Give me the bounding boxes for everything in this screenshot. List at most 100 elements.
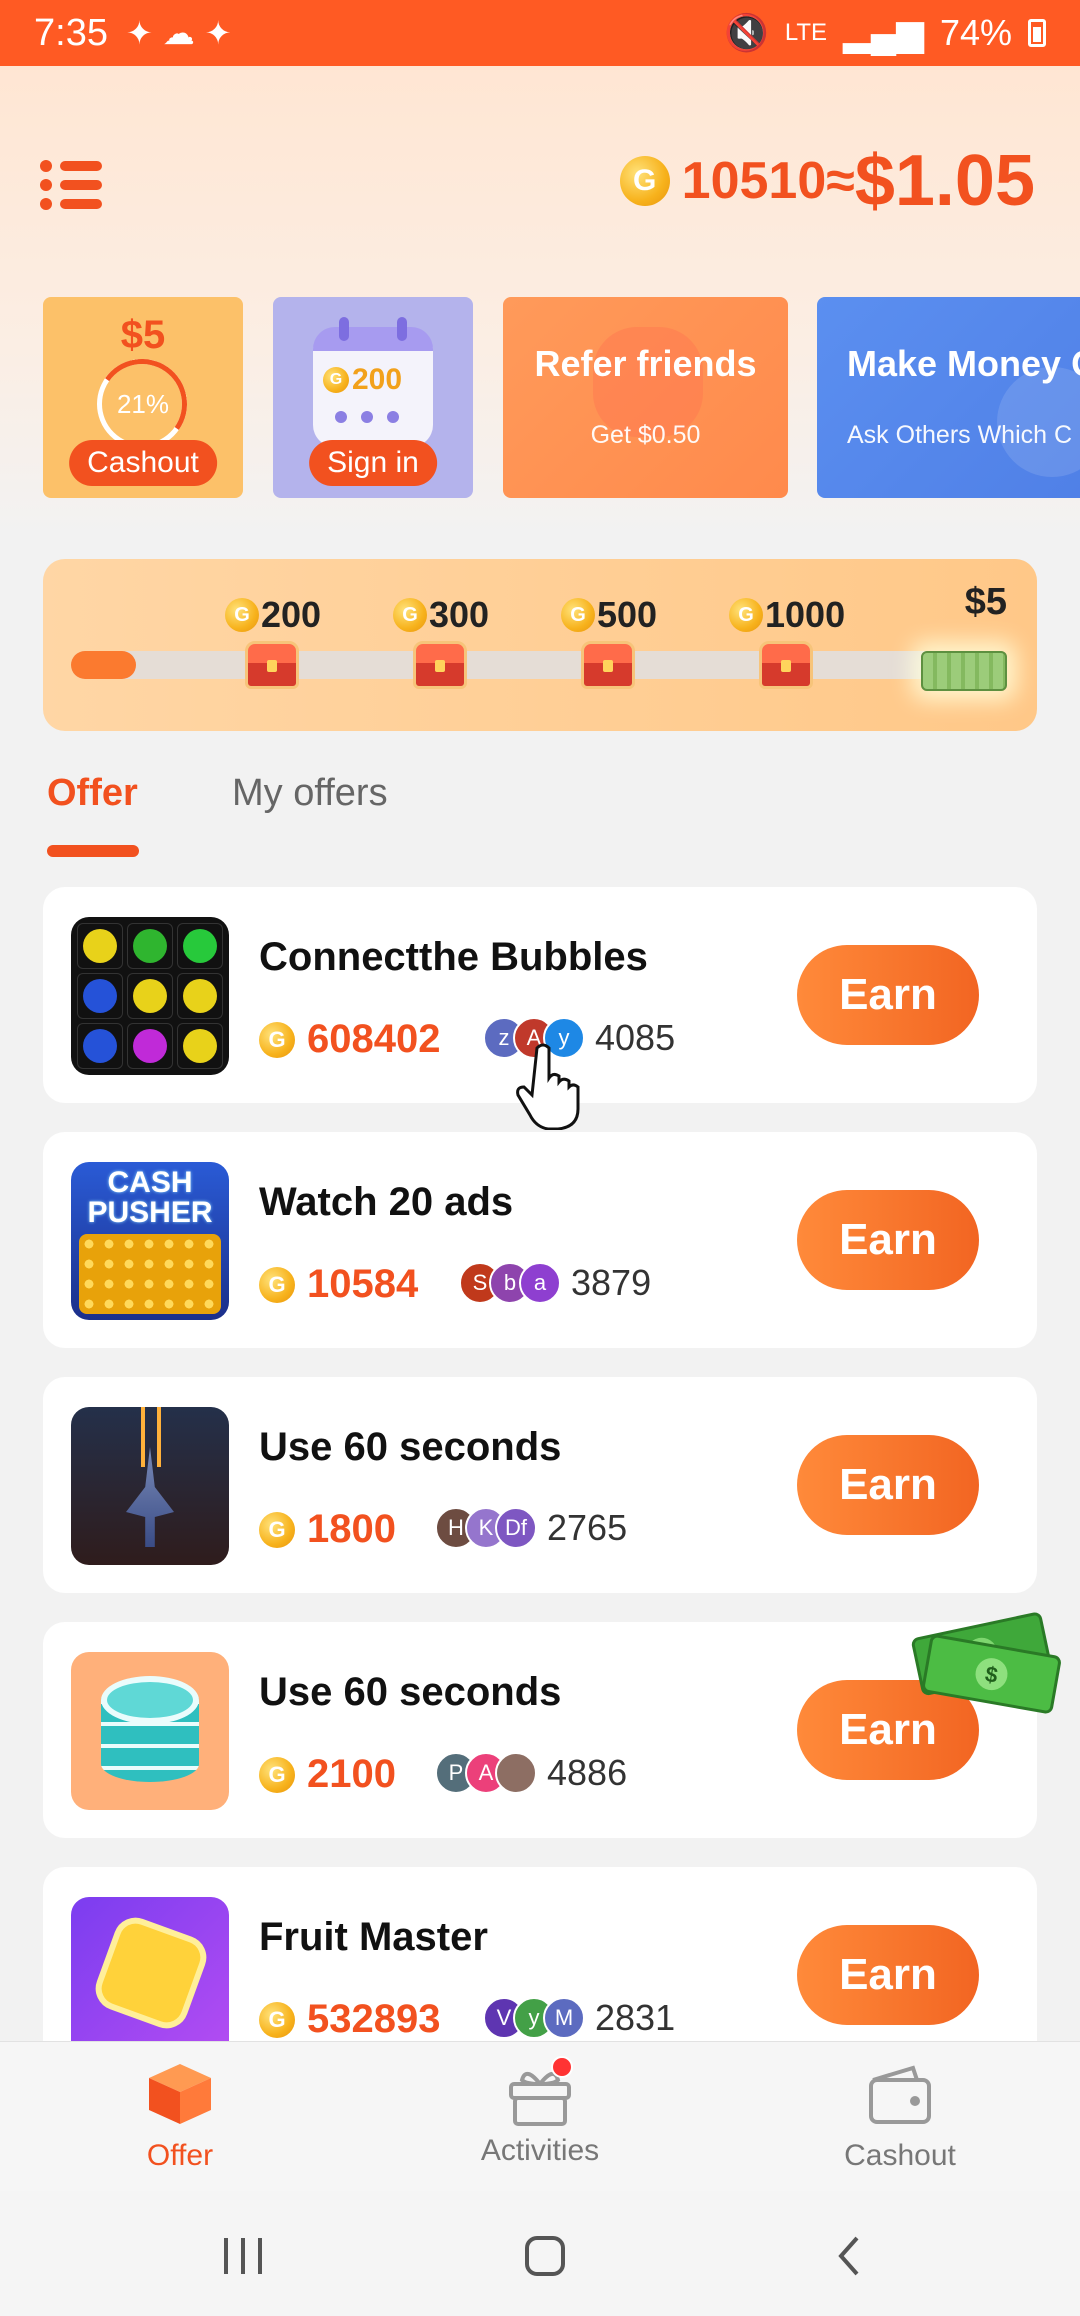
wallet-icon [869,2065,931,2124]
gold-coin-icon: G [561,598,595,632]
gold-coin-icon: G [393,598,427,632]
refer-subtitle: Get $0.50 [590,421,701,449]
offer-reward: G 1800 [259,1507,396,1552]
offer-name: Watch 20 ads [259,1180,514,1224]
nav-cashout-label: Cashout [844,2139,956,2172]
app-notification-icon: ☁ [162,15,195,51]
milestone-value: 300 [429,594,490,635]
signin-button[interactable]: Sign in [309,440,437,486]
approx-sign: ≈ [826,152,855,210]
milestone-1: G 200 [225,594,321,636]
usd-balance: $1.05 [854,141,1035,221]
system-navigation-bar [0,2191,1080,2316]
milestone-2: G 300 [393,594,489,636]
offer-name: Use 60 seconds [259,1670,562,1714]
balance[interactable]: G 10510 ≈ $1.05 [619,140,1035,222]
battery-icon [1028,19,1046,47]
cash-pusher-game-icon: CASH PUSHER [71,1162,229,1320]
treasure-chest-icon [759,641,813,689]
status-right: 🔇 LTE ▂▄▆ 74% [724,12,1046,54]
notification-badge [551,2056,573,2078]
earn-button[interactable]: Earn [797,1435,979,1535]
offer-card[interactable]: CASH PUSHER Watch 20 ads G 10584 S b a 38… [43,1132,1037,1348]
offer-reward-value: 1800 [307,1507,396,1551]
signal-icon: ▂▄▆ [843,12,924,53]
coin-balance: 10510 [681,152,827,210]
floating-cash-icon[interactable]: $ $ [898,1605,1074,1715]
gold-coin-icon: G [259,1021,295,1058]
milestone-4: G 1000 [729,594,845,636]
stack-tower-game-icon [71,1652,229,1810]
back-button[interactable] [808,2226,888,2286]
nav-cashout[interactable]: Cashout [780,2062,1020,2173]
gold-coin-icon: G [259,1511,295,1548]
participant-count: 2765 [547,1507,628,1548]
gold-coin-icon: G [619,156,670,206]
milestone-value: 1000 [765,594,846,635]
participant-count: 4886 [547,1752,628,1793]
offer-card[interactable]: Fruit Master G 532893 V y M 2831 Earn [43,1867,1037,2041]
nav-activities[interactable]: Activities [420,2056,660,2168]
signin-coins: 200 [352,363,403,396]
cashout-percent: 21% [116,389,170,419]
participant-count: 3879 [571,1262,652,1303]
earn-button[interactable]: Earn [797,1925,979,2025]
final-reward: $5 [965,581,1007,624]
gold-coin-icon: G [225,598,259,632]
milestone-3: G 500 [561,594,657,636]
gold-coin-icon: G [259,1756,295,1793]
status-bar: 7:35 ✦ ☁ ✦ 🔇 LTE ▂▄▆ 74% [0,0,1080,66]
avatar: M [543,1997,585,2039]
nav-offer[interactable]: Offer [60,2062,300,2173]
cashout-amount: $5 [120,313,166,357]
offer-participants: S b a 3879 [459,1262,651,1304]
final-reward-amount: $5 [964,581,1007,623]
participant-count: 4085 [595,1017,676,1058]
menu-button[interactable] [40,160,104,210]
make-money-subtitle: Ask Others Which C [847,421,1073,449]
offer-reward-value: 2100 [307,1752,396,1796]
tab-offer[interactable]: Offer [47,772,138,815]
cashout-card[interactable]: $5 21% Cashout [43,297,243,498]
offer-reward-value: 608402 [307,1017,441,1061]
active-tab-indicator [47,845,139,857]
home-icon [525,2236,565,2276]
app-notification-icon: ✦ [204,15,232,51]
offer-reward: G 10584 [259,1262,418,1307]
offer-participants: P A 4886 [435,1752,627,1794]
progress-track [71,651,1001,679]
jet-shooter-game-icon [71,1407,229,1565]
offer-card[interactable]: Use 60 seconds G 1800 H K Df 2765 Earn [43,1377,1037,1593]
avatar [495,1752,537,1794]
cash-stack-icon [921,651,1007,691]
tab-my-offers[interactable]: My offers [232,772,388,815]
cashout-button[interactable]: Cashout [69,440,217,486]
hand-pointer-icon [516,1043,580,1130]
offer-name: Connectthe Bubbles [259,935,648,979]
recent-apps-button[interactable] [203,2226,283,2286]
fruit-master-game-icon [71,1897,229,2041]
offer-reward: G 532893 [259,1997,440,2042]
make-money-card[interactable]: Make Money O Ask Others Which C [817,297,1080,498]
offer-reward: G 608402 [259,1017,440,1062]
offer-reward: G 2100 [259,1752,396,1797]
avatar: a [519,1262,561,1304]
refer-friends-card[interactable]: Refer friends Get $0.50 [503,297,788,498]
offer-reward-value: 10584 [307,1262,419,1306]
offer-card[interactable]: Use 60 seconds G 2100 P A 4886 Earn [43,1622,1037,1838]
back-chevron-icon [838,2236,859,2276]
earn-button[interactable]: Earn [797,1190,979,1290]
earn-button[interactable]: Earn [797,945,979,1045]
nav-offer-label: Offer [146,2139,214,2172]
signin-card[interactable]: G 200 Sign in [273,297,473,498]
milestone-value: 500 [597,594,658,635]
status-time: 7:35 [34,11,108,54]
offer-name: Use 60 seconds [259,1425,562,1469]
offer-participants: H K Df 2765 [435,1507,627,1549]
gold-coin-icon: G [323,367,349,393]
reward-progress-banner[interactable]: G 200 G 300 G 500 G 1000 $5 [43,559,1037,731]
treasure-chest-icon [581,641,635,689]
home-button[interactable] [505,2226,585,2286]
offer-name: Fruit Master [259,1915,488,1959]
progress-fill [71,651,137,679]
